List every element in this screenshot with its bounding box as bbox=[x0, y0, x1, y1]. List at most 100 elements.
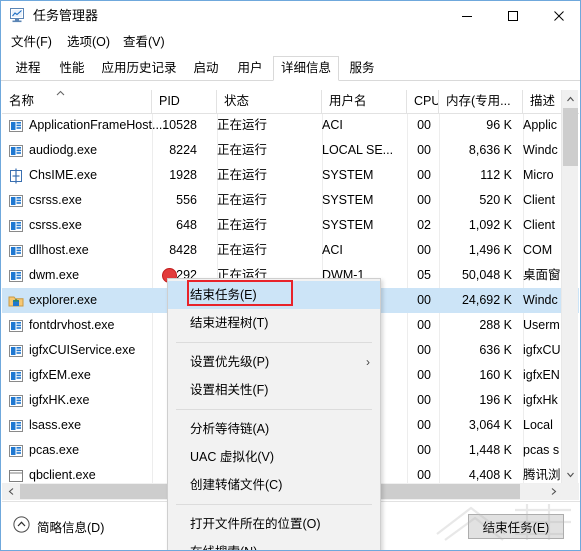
minimize-button[interactable] bbox=[444, 1, 489, 30]
cell-cpu: 00 bbox=[417, 443, 431, 457]
close-button[interactable] bbox=[536, 1, 580, 30]
cell-cpu: 05 bbox=[417, 268, 431, 282]
cell-cpu: 00 bbox=[417, 393, 431, 407]
context-menu-item-6[interactable]: 创建转储文件(C) bbox=[168, 471, 380, 499]
cell-name: fontdrvhost.exe bbox=[29, 318, 115, 332]
cell-cpu: 00 bbox=[417, 243, 431, 257]
menu-item-1[interactable]: 选项(O) bbox=[63, 33, 114, 51]
cell-name: lsass.exe bbox=[29, 418, 82, 432]
cell-mem: 1,496 K bbox=[468, 243, 512, 257]
context-menu-item-0[interactable]: 结束任务(E) bbox=[168, 281, 380, 309]
cell-cpu: 00 bbox=[417, 293, 431, 307]
cell-mem: 520 K bbox=[479, 193, 512, 207]
cell-mem: 196 K bbox=[479, 393, 512, 407]
window-blue-icon bbox=[8, 218, 24, 234]
window-blue-icon bbox=[8, 268, 24, 284]
cell-cpu: 00 bbox=[417, 418, 431, 432]
fewer-details-button[interactable]: 简略信息(D) bbox=[13, 516, 104, 536]
cell-mem: 112 K bbox=[480, 168, 512, 182]
cell-name: qbclient.exe bbox=[29, 468, 96, 482]
window-blue-icon bbox=[8, 368, 24, 384]
menu-item-0[interactable]: 文件(F) bbox=[7, 33, 56, 51]
scroll-left-arrow-icon[interactable] bbox=[2, 483, 20, 500]
cell-mem: 4,408 K bbox=[468, 468, 512, 482]
column-header-pid[interactable]: PID bbox=[152, 90, 217, 113]
cell-cpu: 00 bbox=[417, 343, 431, 357]
cell-mem: 1,448 K bbox=[468, 443, 512, 457]
process-context-menu[interactable]: 结束任务(E) 结束进程树(T) 设置优先级(P) › 设置相关性(F) 分析等待链(A)… bbox=[167, 278, 381, 550]
window-title: 任务管理器 bbox=[33, 8, 99, 23]
cell-mem: 636 K bbox=[479, 343, 512, 357]
cell-pid: 10528 bbox=[162, 118, 197, 132]
cell-pid: 1928 bbox=[169, 168, 197, 182]
cell-name: dllhost.exe bbox=[29, 243, 89, 257]
table-row[interactable]: dllhost.exe 8428 正在运行 ACI 00 1,496 K COM bbox=[2, 238, 579, 263]
cell-state: 正在运行 bbox=[217, 143, 268, 157]
context-menu-item-7[interactable]: 打开文件所在的位置(O) bbox=[168, 510, 380, 538]
tab-4[interactable]: 用户 bbox=[229, 57, 271, 80]
cell-name: explorer.exe bbox=[29, 293, 98, 307]
cell-cpu: 00 bbox=[417, 318, 431, 332]
tab-2[interactable]: 应用历史记录 bbox=[95, 57, 183, 80]
vertical-scrollbar-thumb[interactable] bbox=[563, 108, 578, 166]
column-header-name[interactable]: 名称 bbox=[2, 90, 152, 113]
folder-icon bbox=[8, 293, 24, 309]
tab-5[interactable]: 详细信息 bbox=[273, 56, 339, 81]
cell-user: LOCAL SE... bbox=[322, 143, 394, 157]
cell-name: audiodg.exe bbox=[29, 143, 98, 157]
cell-name: csrss.exe bbox=[29, 193, 82, 207]
context-menu-item-3[interactable]: 设置相关性(F) bbox=[168, 376, 380, 404]
cell-state: 正在运行 bbox=[217, 243, 268, 257]
column-header-mem[interactable]: 内存(专用... bbox=[439, 90, 523, 113]
context-menu-item-8[interactable]: 在线搜索(N) bbox=[168, 538, 380, 550]
cell-state: 正在运行 bbox=[217, 193, 268, 207]
scroll-right-arrow-icon[interactable] bbox=[544, 483, 562, 500]
maximize-button[interactable] bbox=[490, 1, 535, 30]
tab-0[interactable]: 进程 bbox=[7, 57, 49, 80]
window-blue-icon bbox=[8, 343, 24, 359]
scroll-down-arrow-icon[interactable] bbox=[562, 465, 579, 483]
cell-mem: 24,692 K bbox=[461, 293, 512, 307]
window-blue-icon bbox=[8, 418, 24, 434]
cell-cpu: 00 bbox=[417, 143, 431, 157]
window-blue-icon bbox=[8, 193, 24, 209]
context-menu-item-4[interactable]: 分析等待链(A) bbox=[168, 415, 380, 443]
table-row[interactable]: ApplicationFrameHost.... 10528 正在运行 ACI 00 96… bbox=[2, 114, 579, 138]
tab-6[interactable]: 服务 bbox=[341, 57, 383, 80]
table-row[interactable]: csrss.exe 648 正在运行 SYSTEM 02 1,092 K Client bbox=[2, 213, 579, 238]
table-row[interactable]: csrss.exe 556 正在运行 SYSTEM 00 520 K Client bbox=[2, 188, 579, 213]
column-header-user[interactable]: 用户名 bbox=[322, 90, 407, 113]
tab-1[interactable]: 性能 bbox=[51, 57, 93, 80]
cell-name: igfxCUIService.exe bbox=[29, 343, 136, 357]
tab-3[interactable]: 启动 bbox=[185, 57, 227, 80]
vertical-scrollbar[interactable] bbox=[561, 90, 578, 483]
window-blue-icon bbox=[8, 243, 24, 259]
cell-state: 正在运行 bbox=[217, 118, 268, 132]
context-menu-separator bbox=[176, 342, 372, 343]
context-menu-item-1[interactable]: 结束进程树(T) bbox=[168, 309, 380, 337]
cell-pid: 556 bbox=[176, 193, 197, 207]
cell-user: SYSTEM bbox=[322, 218, 374, 232]
context-menu-separator bbox=[176, 504, 372, 505]
table-row[interactable]: audiodg.exe 8224 正在运行 LOCAL SE... 00 8,636 KW… bbox=[2, 138, 579, 163]
window-blue-icon bbox=[8, 393, 24, 409]
context-menu-item-5[interactable]: UAC 虚拟化(V) bbox=[168, 443, 380, 471]
menu-item-2[interactable]: 查看(V) bbox=[119, 33, 169, 51]
cell-user: SYSTEM bbox=[322, 168, 374, 182]
column-header-row: 名称 PID 状态 用户名 CPU 内存(专用... 描述 bbox=[2, 90, 579, 114]
column-header-cpu[interactable]: CPU bbox=[407, 90, 439, 113]
cell-mem: 288 K bbox=[479, 318, 512, 332]
scroll-up-arrow-icon[interactable] bbox=[562, 90, 579, 108]
cell-mem: 96 K bbox=[486, 118, 512, 132]
cell-mem: 160 K bbox=[479, 368, 512, 382]
end-task-button[interactable]: 结束任务(E) bbox=[468, 514, 564, 539]
column-header-state[interactable]: 状态 bbox=[217, 90, 322, 113]
cell-cpu: 00 bbox=[417, 368, 431, 382]
window-blue-icon bbox=[8, 318, 24, 334]
window-blue-icon bbox=[8, 143, 24, 159]
table-row[interactable]: ChsIME.exe 1928 正在运行 SYSTEM 00 112 K Micro bbox=[2, 163, 579, 188]
cell-name: csrss.exe bbox=[29, 218, 82, 232]
cell-cpu: 00 bbox=[417, 168, 431, 182]
context-menu-item-2[interactable]: 设置优先级(P) › bbox=[168, 348, 380, 376]
plain-window-icon bbox=[8, 468, 24, 483]
